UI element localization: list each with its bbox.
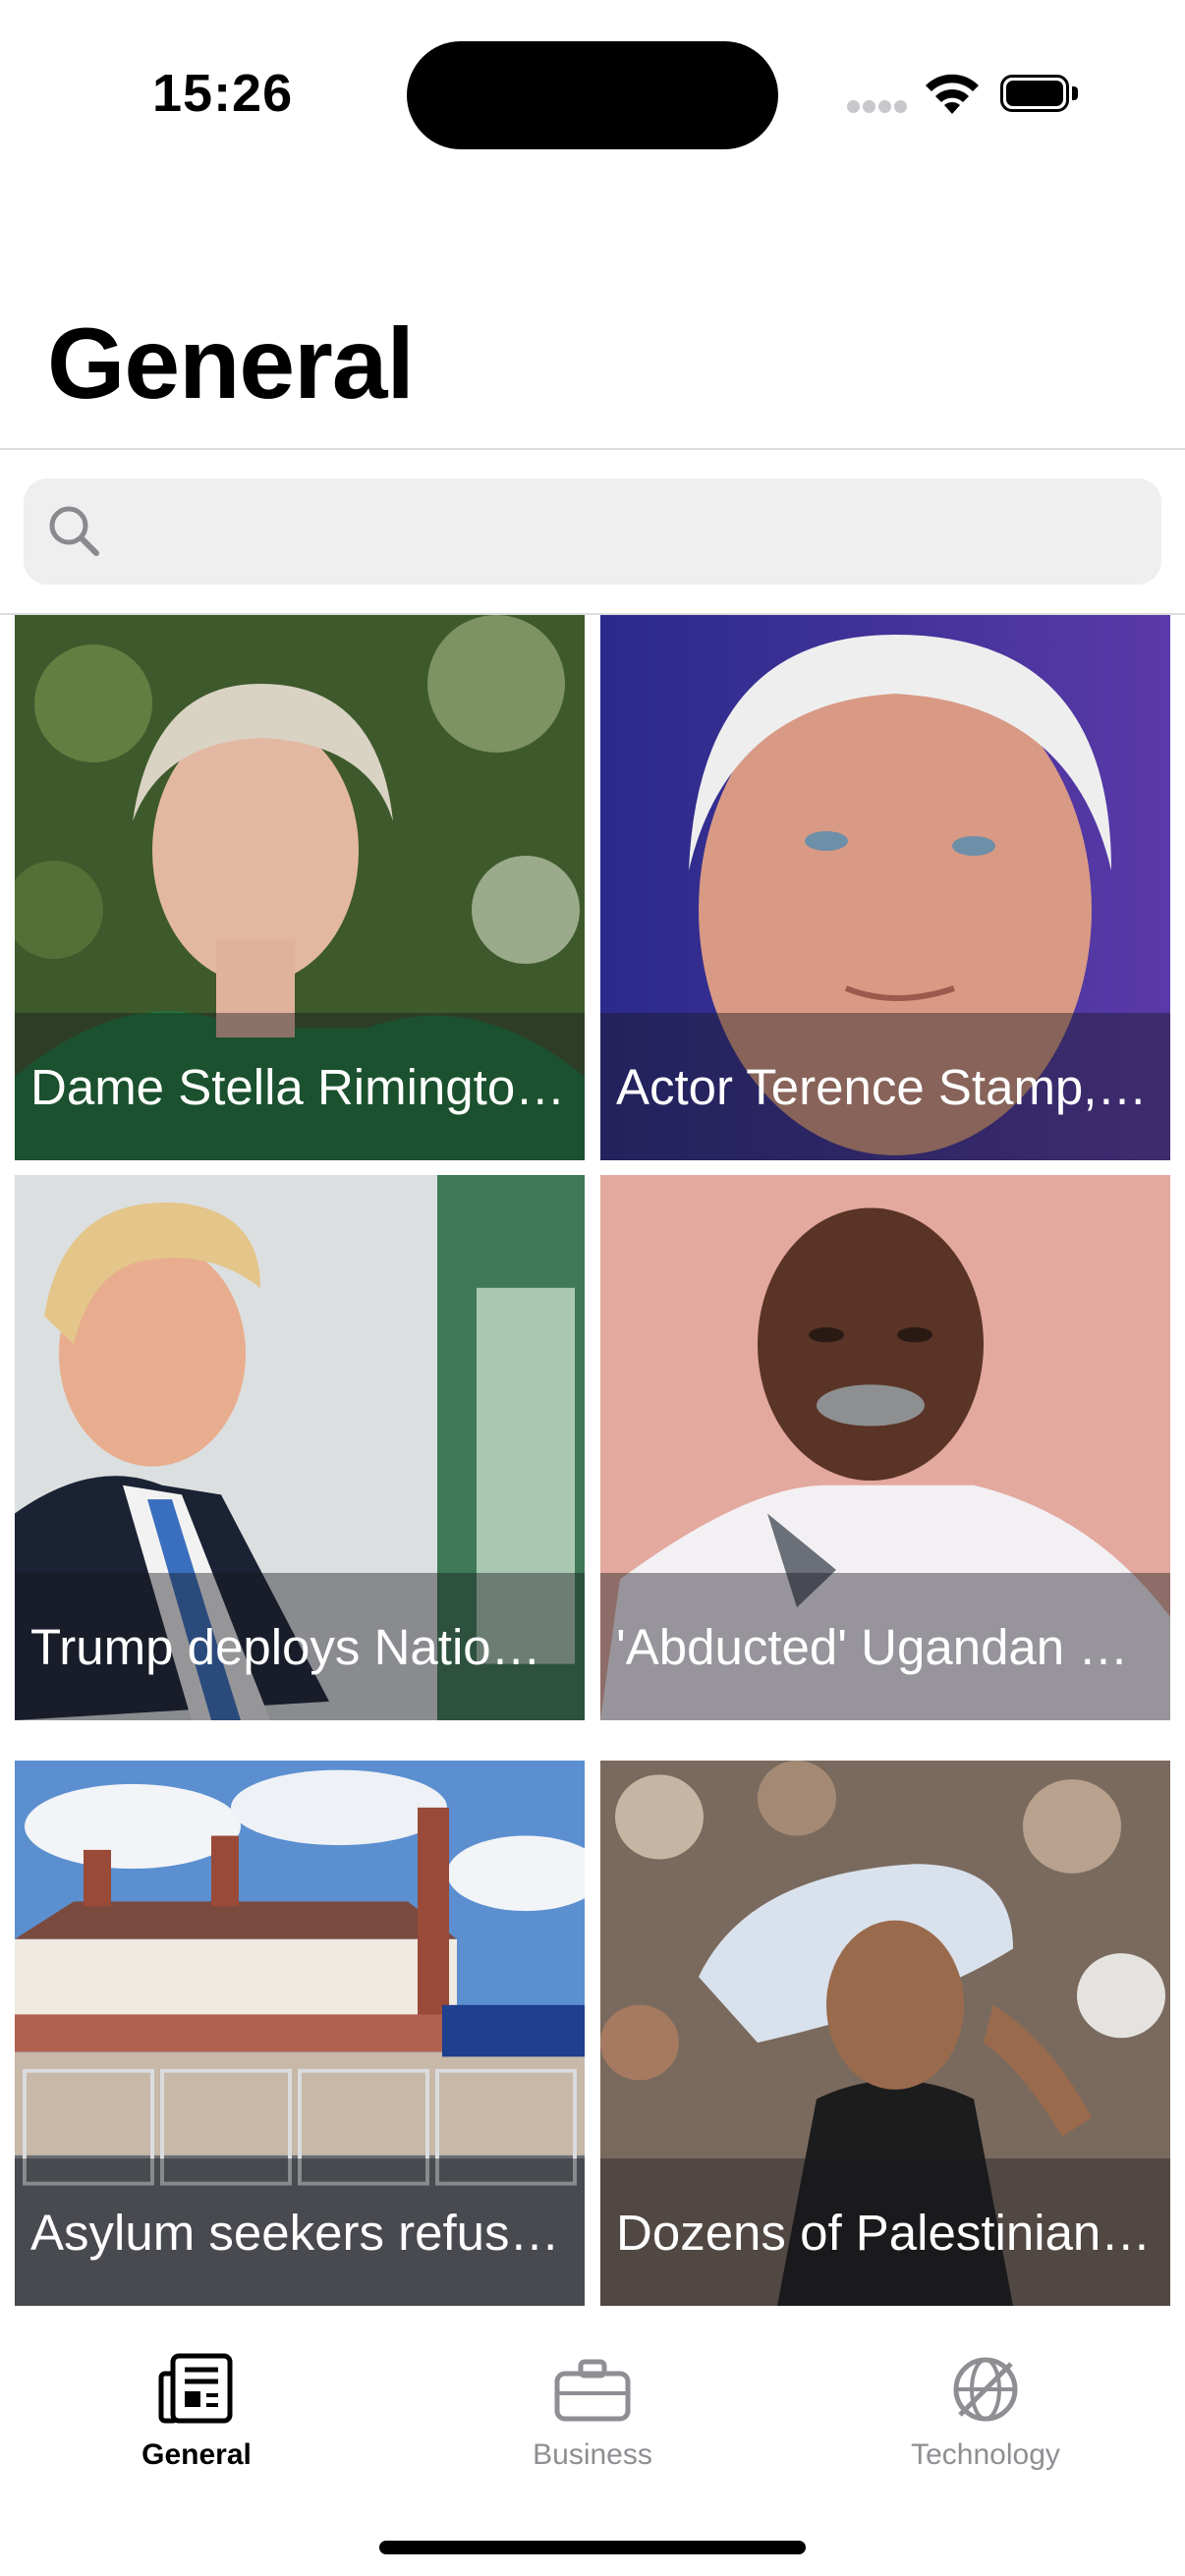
- article-caption: Asylum seekers refusin…: [15, 2158, 585, 2306]
- article-card[interactable]: Asylum seekers refusin…: [15, 1761, 585, 2306]
- tab-label: General: [141, 2438, 252, 2471]
- briefcase-icon: [554, 2359, 631, 2422]
- status-bar: 15:26: [0, 0, 1185, 187]
- search-bar[interactable]: [24, 478, 1161, 587]
- dynamic-island: [407, 41, 778, 149]
- wifi-icon: [926, 74, 979, 114]
- tab-label: Technology: [911, 2438, 1060, 2471]
- header-divider: [0, 448, 1185, 450]
- tab-label: Business: [533, 2438, 652, 2471]
- article-caption: Actor Terence Stamp,…: [600, 1013, 1170, 1160]
- search-icon: [49, 506, 99, 556]
- article-title: Asylum seekers refusin…: [30, 2205, 569, 2261]
- cellular-signal-icon: [847, 100, 908, 114]
- battery-icon: [1000, 75, 1079, 114]
- article-card[interactable]: Dame Stella Rimington,…: [15, 615, 585, 1160]
- article-caption: Dame Stella Rimington,…: [15, 1013, 585, 1160]
- tab-technology[interactable]: Technology: [789, 2330, 1182, 2488]
- article-card[interactable]: Actor Terence Stamp,…: [600, 615, 1170, 1160]
- home-indicator[interactable]: [379, 2541, 806, 2554]
- newspaper-icon: [158, 2353, 233, 2424]
- article-title: Dozens of Palestinians…: [616, 2205, 1155, 2261]
- tab-business[interactable]: Business: [396, 2330, 789, 2488]
- tab-general[interactable]: General: [0, 2330, 393, 2488]
- article-title: Trump deploys National…: [30, 1619, 569, 1675]
- article-card[interactable]: Dozens of Palestinians…: [600, 1761, 1170, 2306]
- article-caption: 'Abducted' Ugandan un…: [600, 1573, 1170, 1720]
- globe-slash-icon: [953, 2357, 1018, 2422]
- status-time: 15:26: [152, 64, 294, 123]
- article-card[interactable]: 'Abducted' Ugandan un…: [600, 1175, 1170, 1720]
- article-caption: Dozens of Palestinians…: [600, 2158, 1170, 2306]
- article-card[interactable]: Trump deploys National…: [15, 1175, 585, 1720]
- search-input[interactable]: [112, 478, 1138, 587]
- article-title: Actor Terence Stamp,…: [616, 1059, 1148, 1115]
- article-title: Dame Stella Rimington,…: [30, 1059, 569, 1115]
- page-title: General: [47, 308, 415, 420]
- tab-bar: General Business Technology: [0, 2330, 1185, 2576]
- article-caption: Trump deploys National…: [15, 1573, 585, 1720]
- article-title: 'Abducted' Ugandan un…: [616, 1619, 1155, 1675]
